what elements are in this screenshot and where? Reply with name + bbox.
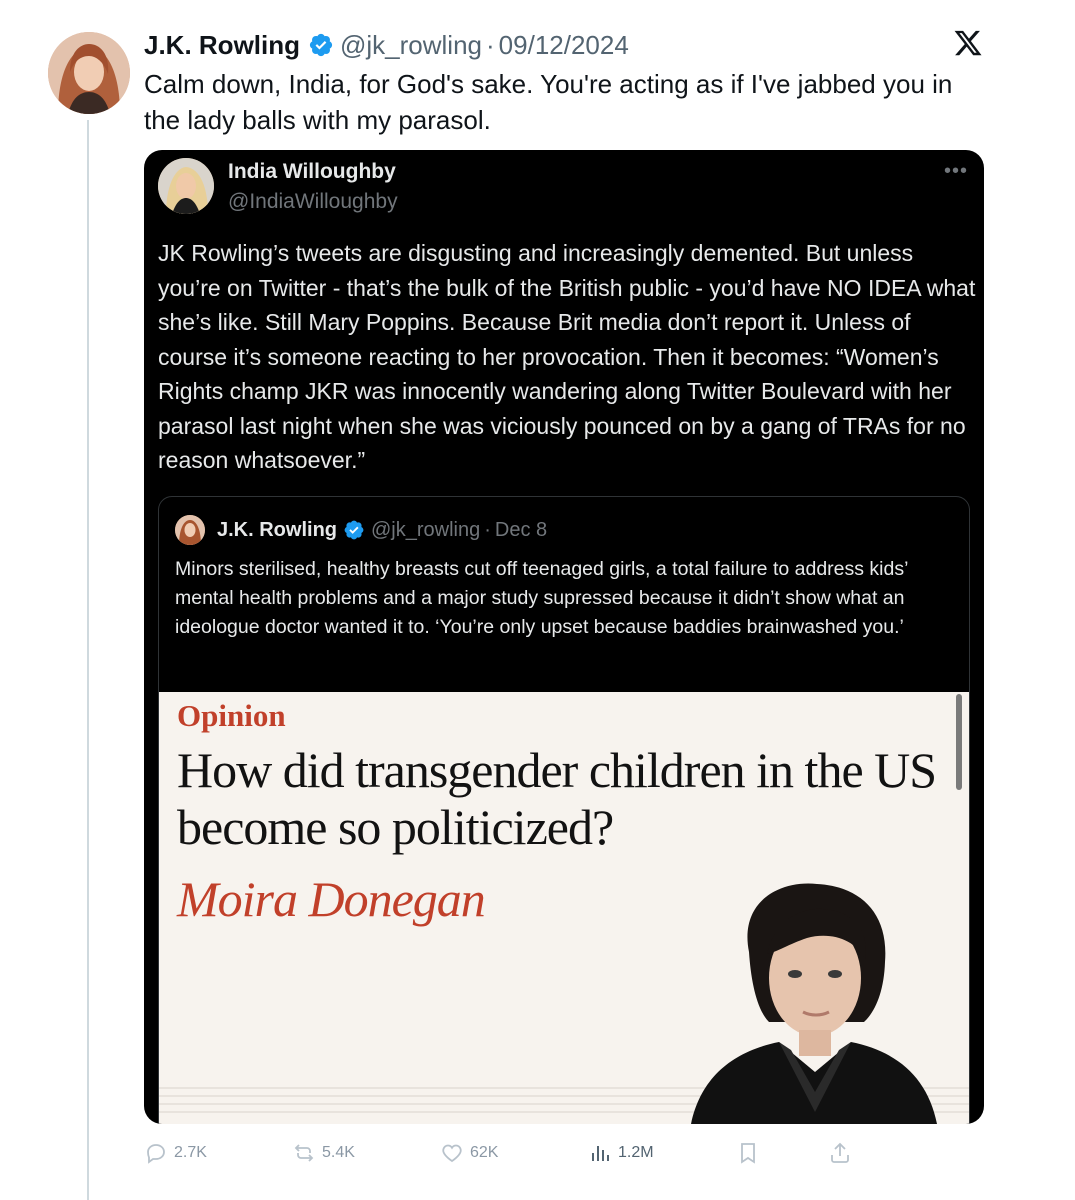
share-icon: [831, 1142, 849, 1163]
repost-button[interactable]: 5.4K: [292, 1136, 355, 1170]
author-avatar[interactable]: [48, 32, 130, 114]
bookmark-button[interactable]: [736, 1136, 766, 1170]
bookmark-icon: [741, 1143, 755, 1164]
heart-icon: [442, 1144, 462, 1163]
analytics-icon: [592, 1146, 609, 1161]
article-preview-image[interactable]: Opinion How did transgender children in …: [159, 692, 969, 1124]
view-count: 1.2M: [618, 1144, 654, 1161]
tweet-actions-bar: 2.7K 5.4K 62K 1.2M: [144, 1136, 984, 1170]
inner-tweet-text: Minors sterilised, healthy breasts cut o…: [175, 558, 908, 638]
author-portrait-image: [691, 883, 937, 1124]
like-count: 62K: [470, 1144, 499, 1161]
tweet-header: J.K. Rowling @jk_rowling · 09/12/2024: [144, 28, 629, 62]
reply-count: 2.7K: [174, 1144, 207, 1161]
inner-author-avatar[interactable]: [175, 515, 205, 545]
author-name[interactable]: J.K. Rowling: [144, 30, 300, 61]
thread-line: [87, 120, 89, 1200]
quoted-tweet-text: JK Rowling’s tweets are disgusting and i…: [158, 240, 976, 473]
separator-dot: ·: [484, 518, 491, 541]
reply-icon: [147, 1144, 165, 1164]
share-button[interactable]: [828, 1136, 858, 1170]
inner-tweet-date[interactable]: Dec 8: [495, 519, 547, 542]
x-logo-icon[interactable]: [953, 28, 983, 58]
article-headline: How did transgender children in the US b…: [177, 742, 937, 855]
article-section-label: Opinion: [177, 698, 286, 733]
inner-tweet-header: J.K. Rowling @jk_rowling · Dec 8: [217, 515, 547, 545]
quoted-author-avatar[interactable]: [158, 158, 214, 214]
tweet-text: Calm down, India, for God's sake. You're…: [144, 69, 953, 135]
author-handle[interactable]: @jk_rowling: [340, 30, 482, 61]
verified-badge-icon: [308, 32, 334, 58]
tweet-date[interactable]: 09/12/2024: [499, 30, 629, 61]
inner-author-handle[interactable]: @jk_rowling: [371, 519, 480, 542]
separator-dot: ·: [486, 29, 495, 60]
repost-icon: [294, 1144, 314, 1162]
article-author: Moira Donegan: [177, 871, 486, 927]
quoted-tweet-card[interactable]: India Willoughby @IndiaWilloughby ••• JK…: [144, 150, 984, 1124]
verified-badge-icon: [343, 519, 365, 541]
like-button[interactable]: 62K: [440, 1136, 498, 1170]
more-options-icon[interactable]: •••: [944, 160, 968, 183]
reply-button[interactable]: 2.7K: [144, 1136, 207, 1170]
quoted-author-name[interactable]: India Willoughby: [228, 160, 396, 184]
scrollbar[interactable]: [956, 694, 962, 790]
inner-author-name[interactable]: J.K. Rowling: [217, 519, 337, 542]
quoted-author-handle[interactable]: @IndiaWilloughby: [228, 190, 398, 214]
inner-quoted-tweet-card[interactable]: J.K. Rowling @jk_rowling · Dec 8 Minors …: [158, 496, 970, 1124]
views-button[interactable]: 1.2M: [588, 1136, 654, 1170]
repost-count: 5.4K: [322, 1144, 355, 1161]
